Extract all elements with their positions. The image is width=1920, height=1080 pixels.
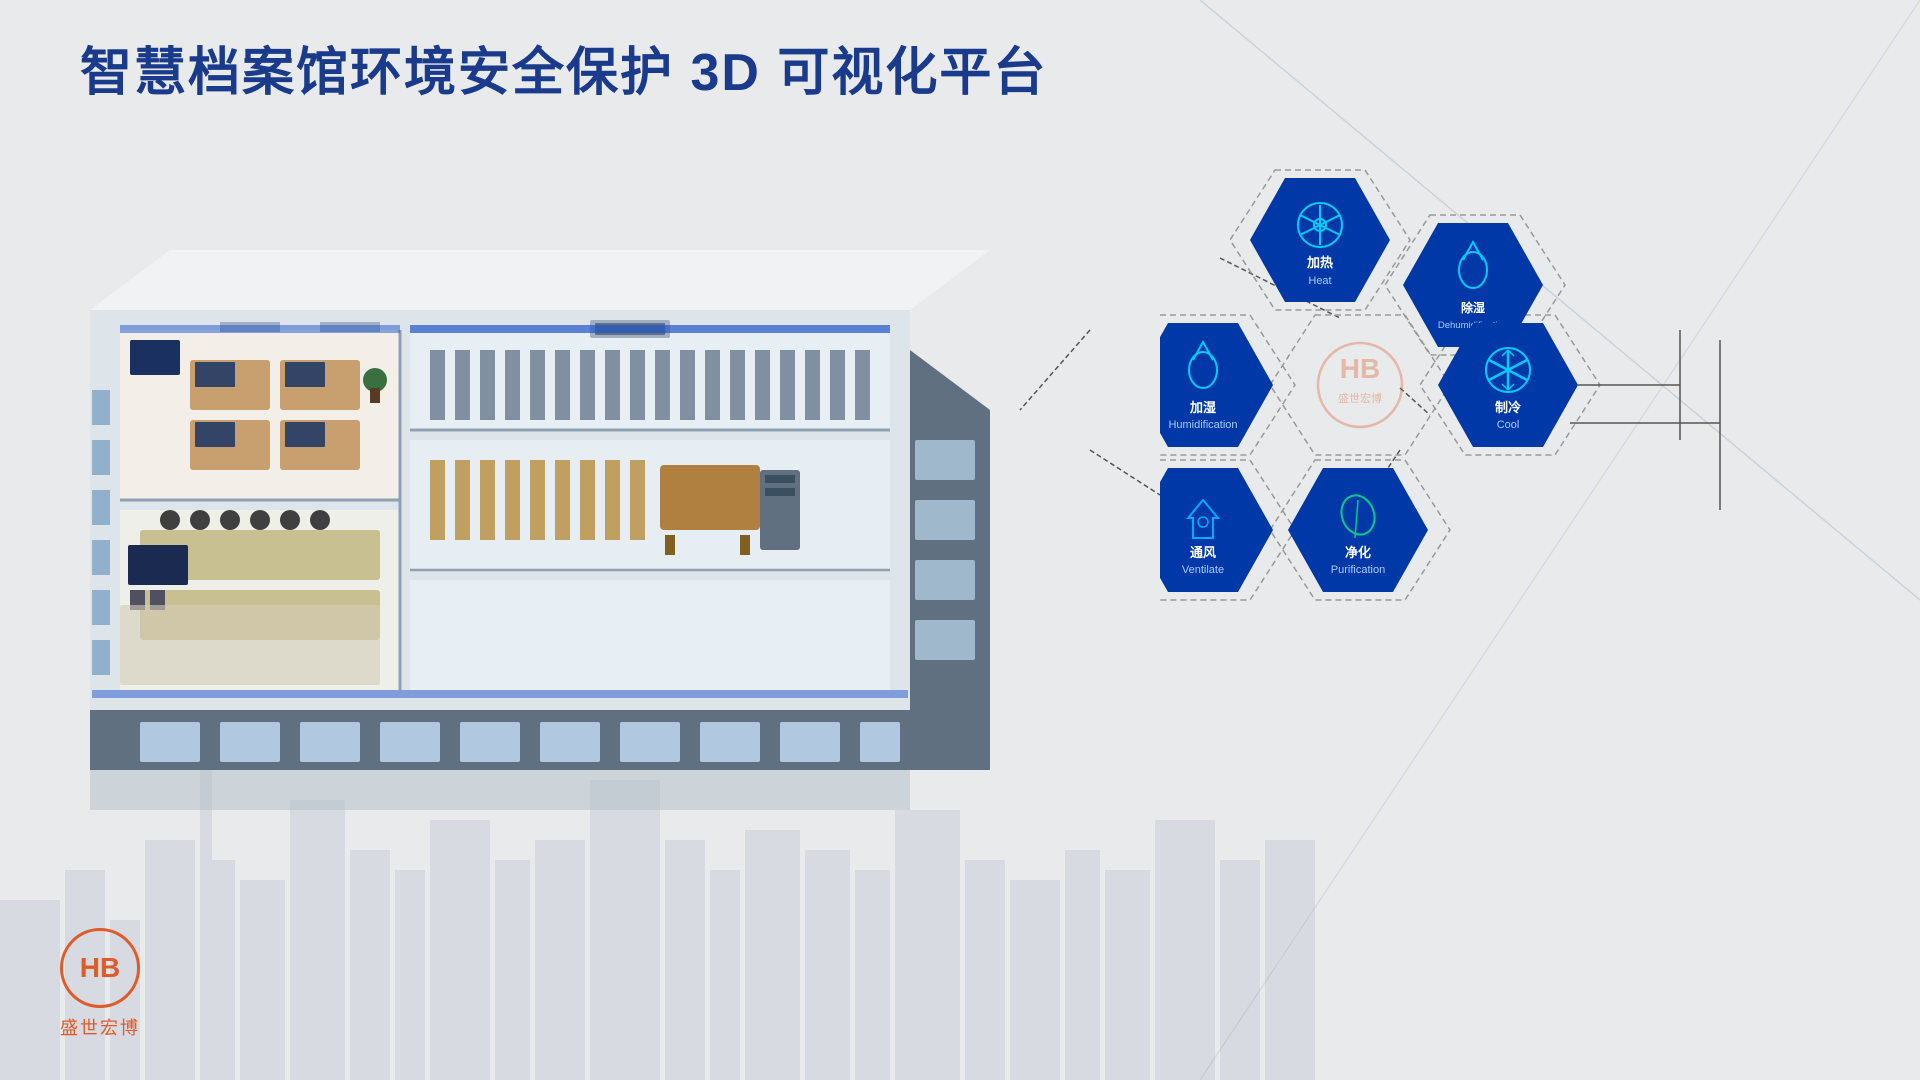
page-title: 智慧档案馆环境安全保护 3D 可视化平台 bbox=[80, 30, 1047, 105]
svg-text:制冷: 制冷 bbox=[1495, 400, 1521, 415]
svg-text:通风: 通风 bbox=[1190, 545, 1216, 560]
svg-text:净化: 净化 bbox=[1345, 545, 1371, 560]
logo-bottom-left: HB 盛世宏博 bbox=[60, 928, 140, 1040]
svg-text:加热: 加热 bbox=[1306, 255, 1333, 270]
logo-text: 盛世宏博 bbox=[60, 1014, 140, 1040]
svg-text:Humidification: Humidification bbox=[1168, 419, 1237, 431]
svg-text:Heat: Heat bbox=[1308, 275, 1331, 287]
svg-text:加湿: 加湿 bbox=[1189, 400, 1216, 415]
hex-controls-area: 加热 Heat 除湿 Dehumidification 加湿 Humidific… bbox=[1160, 160, 1860, 760]
svg-text:除湿: 除湿 bbox=[1461, 300, 1485, 315]
svg-text:Ventilate: Ventilate bbox=[1182, 564, 1224, 576]
svg-text:HB: HB bbox=[1340, 353, 1380, 384]
logo-circle: HB bbox=[60, 928, 140, 1008]
svg-text:Purification: Purification bbox=[1331, 564, 1385, 576]
svg-text:Cool: Cool bbox=[1497, 419, 1520, 431]
svg-text:盛世宏博: 盛世宏博 bbox=[1338, 391, 1382, 405]
building-3d-view bbox=[40, 130, 990, 850]
